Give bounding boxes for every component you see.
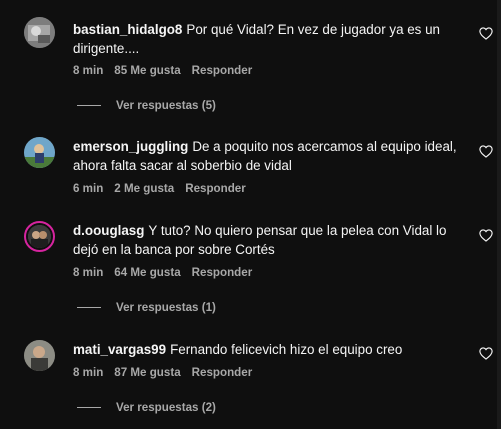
heart-icon[interactable] [479, 145, 493, 158]
comment-username[interactable]: emerson_juggling [73, 139, 188, 154]
like-count[interactable]: 64 Me gusta [114, 266, 180, 279]
heart-icon[interactable] [479, 27, 493, 40]
replies-divider [77, 307, 101, 309]
comment-username[interactable]: mati_vargas99 [73, 342, 166, 357]
comment-text: bastian_hidalgo8 Por qué Vidal? En vez de… [73, 20, 468, 58]
view-replies-label: Ver respuestas (2) [116, 401, 216, 414]
heart-icon[interactable] [479, 229, 493, 242]
like-count[interactable]: 87 Me gusta [114, 366, 180, 379]
comment-time: 6 min [73, 182, 104, 195]
view-replies-label: Ver respuestas (1) [116, 301, 216, 314]
comment-time: 8 min [73, 64, 104, 77]
avatar[interactable] [24, 221, 55, 252]
comment-meta: 8 min 64 Me gusta Responder [73, 266, 263, 279]
comment-body: Fernando felicevich hizo el equipo creo [170, 342, 403, 357]
comment-meta: 8 min 85 Me gusta Responder [73, 64, 263, 77]
avatar[interactable] [24, 340, 55, 371]
like-count[interactable]: 2 Me gusta [114, 182, 174, 195]
avatar[interactable] [24, 137, 55, 168]
reply-button[interactable]: Responder [185, 182, 246, 195]
comment-username[interactable]: d.oouglasg [73, 223, 144, 238]
replies-divider [77, 407, 101, 409]
like-count[interactable]: 85 Me gusta [114, 64, 180, 77]
view-replies-button[interactable]: Ver respuestas (5) [77, 99, 216, 112]
scrollbar[interactable] [497, 0, 501, 429]
comment-text: d.oouglasg Y tuto? No quiero pensar que l… [73, 221, 468, 259]
view-replies-button[interactable]: Ver respuestas (2) [77, 401, 216, 414]
comment-time: 8 min [73, 266, 104, 279]
comment-time: 8 min [73, 366, 104, 379]
view-replies-label: Ver respuestas (5) [116, 99, 216, 112]
view-replies-button[interactable]: Ver respuestas (1) [77, 301, 216, 314]
reply-button[interactable]: Responder [192, 366, 253, 379]
comment-text: mati_vargas99 Fernando felicevich hizo el… [73, 340, 468, 359]
reply-button[interactable]: Responder [192, 64, 253, 77]
comment-meta: 8 min 87 Me gusta Responder [73, 366, 263, 379]
heart-icon[interactable] [479, 347, 493, 360]
reply-button[interactable]: Responder [192, 266, 253, 279]
comments-panel: bastian_hidalgo8 Por qué Vidal? En vez de… [0, 0, 501, 429]
avatar[interactable] [24, 17, 55, 48]
comment-meta: 6 min 2 Me gusta Responder [73, 182, 257, 195]
comment-username[interactable]: bastian_hidalgo8 [73, 22, 182, 37]
comment-text: emerson_juggling De a poquito nos acercam… [73, 137, 468, 175]
replies-divider [77, 105, 101, 107]
